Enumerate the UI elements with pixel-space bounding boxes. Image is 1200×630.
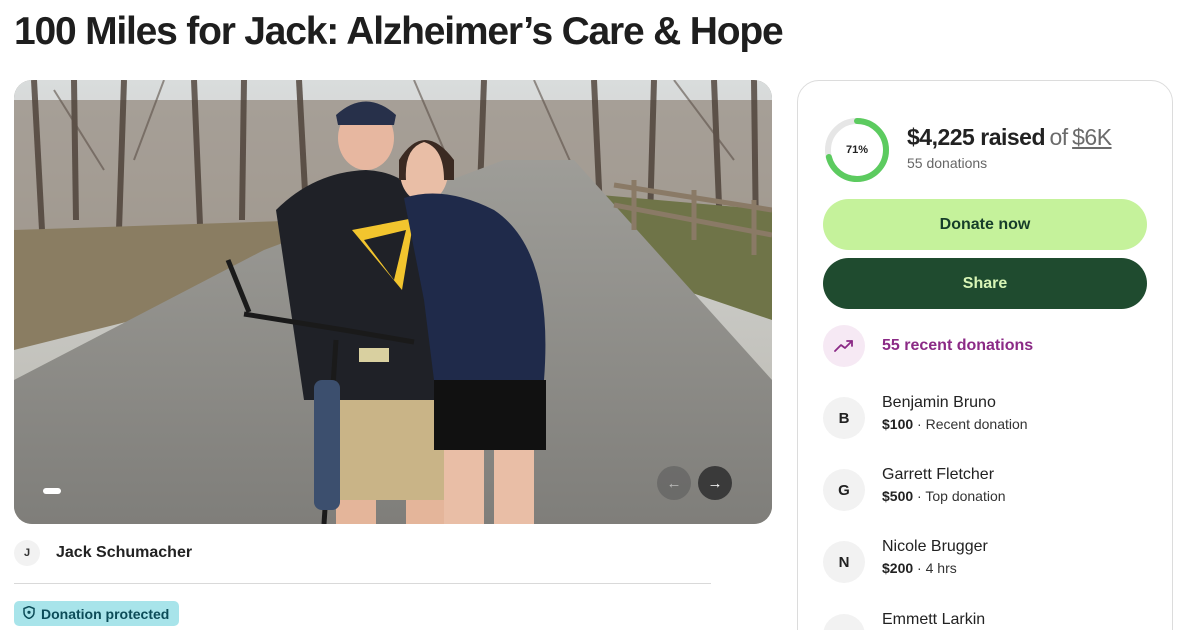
- goal-amount[interactable]: $6K: [1072, 124, 1112, 150]
- shield-icon: [23, 605, 35, 622]
- donate-now-button[interactable]: Donate now: [823, 199, 1147, 250]
- organizer-name[interactable]: Jack Schumacher: [56, 544, 192, 562]
- donor-meta: $200 · 4 hrs: [882, 560, 957, 576]
- donor-item: B Benjamin Bruno $100 · Recent donation: [823, 394, 1028, 439]
- page-title: 100 Miles for Jack: Alzheimer’s Care & H…: [14, 10, 784, 53]
- donor-avatar: G: [823, 469, 865, 511]
- share-button[interactable]: Share: [823, 258, 1147, 309]
- campaign-photo-illustration: [14, 80, 772, 524]
- donor-name: Emmett Larkin: [882, 611, 986, 628]
- trending-up-icon: [823, 325, 865, 367]
- donor-note: 4 hrs: [925, 560, 957, 576]
- organizer-avatar: J: [14, 540, 40, 566]
- donor-amount: $200: [882, 560, 914, 576]
- donor-meta: $100 · Recent donation: [882, 416, 1028, 432]
- donor-avatar: B: [823, 397, 865, 439]
- donor-name: Nicole Brugger: [882, 538, 988, 555]
- donor-item: G Garrett Fletcher $500 · Top donation: [823, 466, 1006, 511]
- donation-count: 55 donations: [907, 155, 988, 171]
- donor-item: N Nicole Brugger $200 · 4 hrs: [823, 538, 988, 583]
- arrow-right-icon: →: [707, 474, 723, 492]
- recent-donations-label: 55 recent donations: [882, 337, 1034, 354]
- donor-meta: $500 · Top donation: [882, 488, 1006, 504]
- campaign-photo[interactable]: [14, 80, 772, 524]
- divider: [14, 583, 711, 584]
- recent-donations-link[interactable]: 55 recent donations: [823, 325, 1033, 367]
- donor-item: E Emmett Larkin: [823, 611, 985, 630]
- donor-amount: $100: [882, 416, 914, 432]
- amount-raised: $4,225 raised of $6K: [907, 124, 1112, 151]
- carousel-dot-indicator[interactable]: [43, 488, 61, 494]
- carousel-prev-button[interactable]: ←: [657, 466, 691, 500]
- donor-amount: $500: [882, 488, 914, 504]
- donor-name: Garrett Fletcher: [882, 466, 995, 483]
- of-text: of: [1049, 124, 1068, 150]
- raised-amount: $4,225 raised: [907, 124, 1046, 150]
- donor-avatar: N: [823, 541, 865, 583]
- donor-note: Top donation: [925, 488, 1006, 504]
- progress-percent: 71%: [845, 144, 869, 156]
- donation-protected-badge[interactable]: Donation protected: [14, 601, 180, 626]
- badge-label: Donation protected: [41, 605, 170, 622]
- donor-note: Recent donation: [925, 416, 1028, 432]
- donor-name: Benjamin Bruno: [882, 394, 996, 411]
- arrow-left-icon: ←: [666, 474, 682, 492]
- donation-card: 71% $4,225 raised of $6K 55 donations Do…: [797, 80, 1173, 630]
- carousel-next-button[interactable]: →: [698, 466, 732, 500]
- organizer[interactable]: J Jack Schumacher: [14, 540, 192, 566]
- donor-avatar: E: [823, 614, 865, 630]
